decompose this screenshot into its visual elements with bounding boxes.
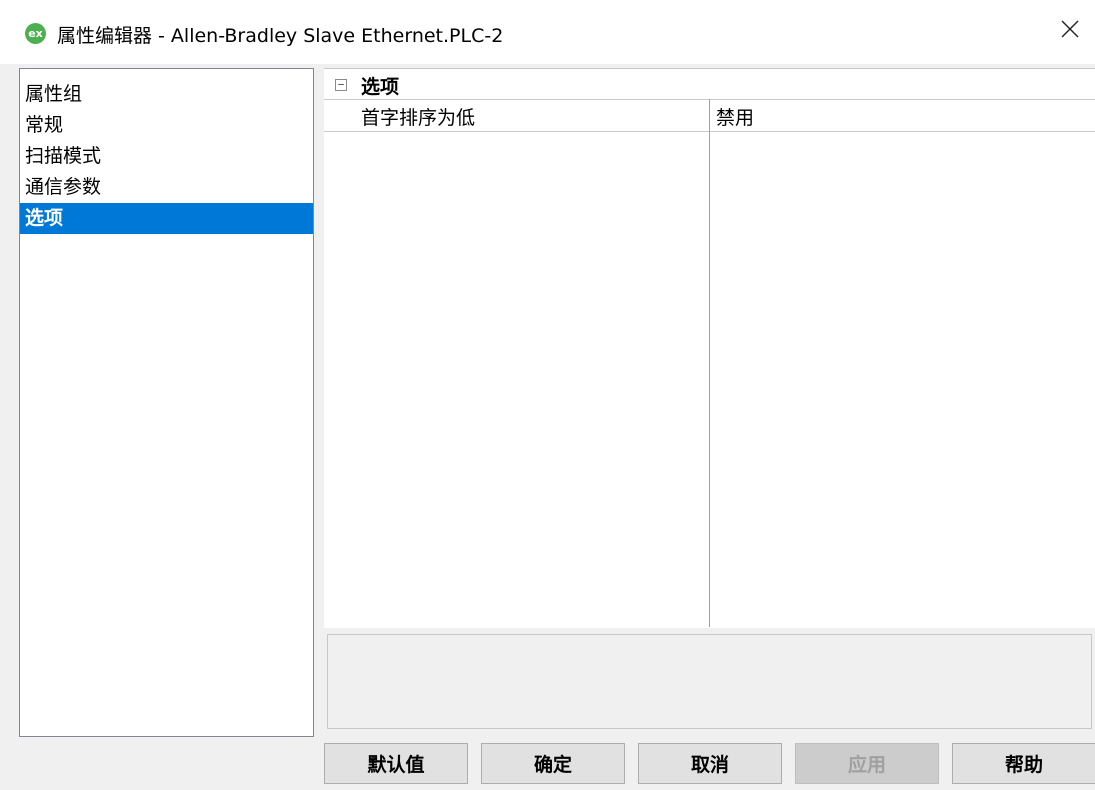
- property-value[interactable]: 禁用: [716, 103, 754, 130]
- close-button[interactable]: [1045, 6, 1095, 52]
- default-values-button[interactable]: 默认值: [324, 743, 468, 784]
- app-logo-icon: ex: [25, 23, 46, 44]
- category-row-options: − 选项: [324, 69, 1095, 99]
- group-item-general[interactable]: 常规: [20, 110, 313, 141]
- description-panel: [327, 634, 1092, 729]
- property-group-list: 属性组 常规 扫描模式 通信参数 选项: [19, 68, 314, 737]
- collapse-icon[interactable]: −: [335, 79, 347, 91]
- property-group-header: 属性组: [25, 83, 83, 105]
- help-button[interactable]: 帮助: [952, 743, 1095, 784]
- category-label: 选项: [361, 76, 400, 98]
- dialog-client-area: 属性组 常规 扫描模式 通信参数 选项 − 选项 首字排序为低 禁用 默认值 确…: [0, 64, 1095, 790]
- group-item-options[interactable]: 选项: [20, 203, 313, 234]
- group-item-communication-parameters[interactable]: 通信参数: [20, 172, 313, 203]
- column-divider[interactable]: [709, 99, 710, 627]
- window-title: 属性编辑器 - Allen-Bradley Slave Ethernet.PLC…: [57, 25, 504, 47]
- title-bar: ex 属性编辑器 - Allen-Bradley Slave Ethernet.…: [0, 0, 1095, 64]
- apply-button[interactable]: 应用: [795, 743, 939, 784]
- cancel-button[interactable]: 取消: [638, 743, 782, 784]
- ok-button[interactable]: 确定: [481, 743, 625, 784]
- close-icon: [1061, 20, 1079, 38]
- group-item-scan-mode[interactable]: 扫描模式: [20, 141, 313, 172]
- property-grid: − 选项 首字排序为低 禁用: [324, 68, 1095, 628]
- property-name: 首字排序为低: [361, 107, 476, 129]
